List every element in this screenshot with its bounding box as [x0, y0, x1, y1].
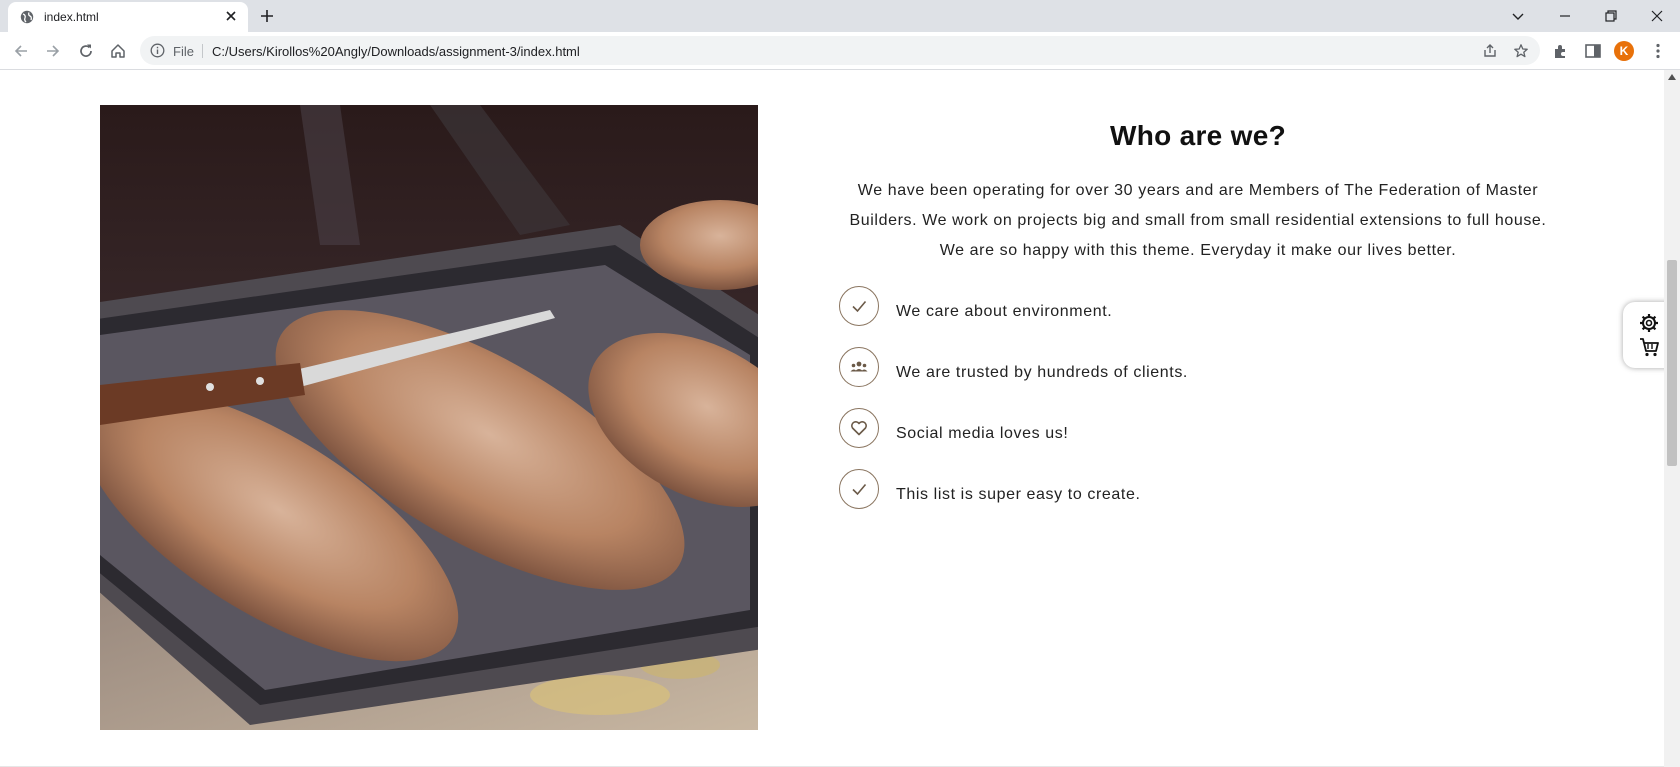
back-arrow-icon[interactable]	[11, 41, 31, 61]
chevron-down-icon[interactable]	[1508, 6, 1528, 26]
browser-toolbar: File C:/Users/Kirollos%20Angly/Downloads…	[0, 32, 1680, 70]
minimize-icon[interactable]	[1555, 6, 1575, 26]
restore-icon[interactable]	[1601, 6, 1621, 26]
feature-icon-circle	[839, 347, 879, 387]
cart-icon[interactable]	[1638, 336, 1660, 358]
tab-title: index.html	[44, 10, 99, 24]
list-item: We are trusted by hundreds of clients.	[838, 347, 1558, 408]
divider	[202, 44, 203, 58]
pastry-photo	[100, 105, 758, 730]
feature-text: Social media loves us!	[896, 425, 1069, 442]
feature-icon-circle	[839, 286, 879, 326]
check-icon	[852, 483, 867, 496]
feature-text: This list is super easy to create.	[896, 486, 1141, 503]
extensions-icon[interactable]	[1551, 41, 1571, 61]
info-icon[interactable]	[150, 43, 165, 58]
gear-icon[interactable]	[1638, 312, 1660, 334]
list-item: We care about environment.	[838, 286, 1558, 347]
share-icon[interactable]	[1482, 43, 1498, 59]
page-content: Who are we? We have been operating for o…	[0, 70, 1664, 767]
forward-arrow-icon[interactable]	[43, 41, 63, 61]
list-item: Social media loves us!	[838, 408, 1558, 469]
feature-icon-circle	[839, 469, 879, 509]
reload-icon[interactable]	[76, 41, 96, 61]
section-description: We have been operating for over 30 years…	[849, 182, 1547, 259]
home-icon[interactable]	[108, 41, 128, 61]
url-scheme: File	[173, 44, 194, 59]
who-are-we-section: Who are we? We have been operating for o…	[838, 120, 1558, 530]
profile-avatar[interactable]: K	[1614, 41, 1634, 61]
close-icon[interactable]	[222, 7, 240, 25]
globe-icon	[20, 10, 34, 24]
check-icon	[852, 300, 867, 313]
feature-list: We care about environment. We are truste…	[838, 286, 1558, 530]
more-menu-icon[interactable]	[1648, 41, 1668, 61]
address-bar[interactable]: File C:/Users/Kirollos%20Angly/Downloads…	[140, 36, 1540, 65]
feature-icon-circle	[839, 408, 879, 448]
feature-text: We are trusted by hundreds of clients.	[896, 364, 1188, 381]
section-title: Who are we?	[1110, 120, 1286, 151]
star-icon[interactable]	[1513, 43, 1529, 59]
url-text[interactable]: C:/Users/Kirollos%20Angly/Downloads/assi…	[212, 44, 580, 59]
side-panel-icon[interactable]	[1583, 41, 1603, 61]
scroll-up-arrow-icon[interactable]	[1668, 74, 1676, 80]
list-item: This list is super easy to create.	[838, 469, 1558, 530]
scrollbar-thumb[interactable]	[1667, 260, 1677, 466]
heart-icon	[851, 421, 867, 436]
vertical-scrollbar[interactable]	[1664, 70, 1680, 767]
plus-icon[interactable]	[258, 7, 276, 25]
feature-text: We care about environment.	[896, 303, 1113, 320]
tab-strip: index.html	[0, 0, 1680, 32]
close-window-icon[interactable]	[1647, 6, 1667, 26]
group-icon	[850, 361, 868, 372]
browser-tab[interactable]: index.html	[8, 2, 248, 32]
